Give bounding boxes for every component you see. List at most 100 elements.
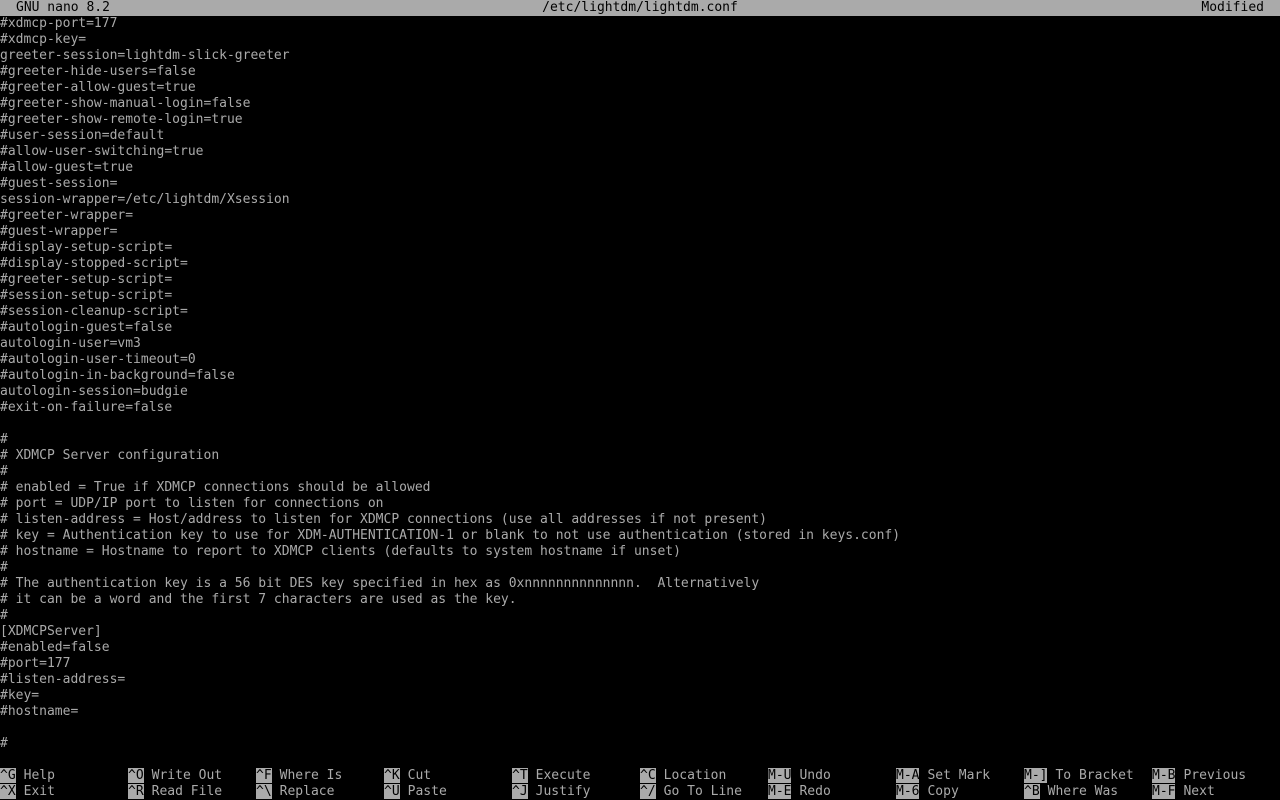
- editor-line[interactable]: autologin-session=budgie: [0, 384, 1280, 400]
- editor-text-area[interactable]: #xdmcp-port=177 #xdmcp-key= greeter-sessio…: [0, 16, 1280, 752]
- shortcut-key: ^\: [256, 784, 272, 799]
- modified-status: Modified: [1201, 0, 1264, 15]
- shortcut-label: Where Was: [1047, 784, 1119, 799]
- title-bar: GNU nano 8.2 /etc/lightdm/lightdm.conf M…: [0, 0, 1280, 16]
- shortcut-key: M-F: [1152, 784, 1176, 799]
- editor-line[interactable]: #greeter-allow-guest=true: [0, 80, 1280, 96]
- shortcut-label: Where Is: [279, 768, 343, 783]
- editor-line[interactable]: #listen-address=: [0, 672, 1280, 688]
- shortcut-where-is[interactable]: ^F Where Is: [256, 768, 342, 784]
- editor-line[interactable]: #port=177: [0, 656, 1280, 672]
- editor-line[interactable]: #allow-guest=true: [0, 160, 1280, 176]
- shortcut-label: Cut: [407, 768, 432, 783]
- editor-line[interactable]: #autologin-guest=false: [0, 320, 1280, 336]
- shortcut-next[interactable]: M-F Next: [1152, 784, 1215, 800]
- shortcut-key: ^K: [384, 768, 400, 783]
- editor-line[interactable]: #allow-user-switching=true: [0, 144, 1280, 160]
- editor-line[interactable]: #session-setup-script=: [0, 288, 1280, 304]
- editor-line[interactable]: #: [0, 736, 1280, 752]
- shortcut-where-was[interactable]: ^B Where Was: [1024, 784, 1118, 800]
- editor-line[interactable]: #greeter-show-manual-login=false: [0, 96, 1280, 112]
- editor-line[interactable]: #xdmcp-port=177: [0, 16, 1280, 32]
- shortcut-execute[interactable]: ^T Execute: [512, 768, 590, 784]
- shortcut-label: Next: [1183, 784, 1215, 799]
- shortcut-to-bracket[interactable]: M-] To Bracket: [1024, 768, 1134, 784]
- shortcut-label: Paste: [407, 784, 447, 799]
- editor-line[interactable]: #display-stopped-script=: [0, 256, 1280, 272]
- shortcut-label: Justify: [535, 784, 591, 799]
- shortcut-label: Copy: [927, 784, 959, 799]
- editor-line[interactable]: #greeter-setup-script=: [0, 272, 1280, 288]
- editor-line[interactable]: #: [0, 464, 1280, 480]
- shortcut-key: ^R: [128, 784, 144, 799]
- shortcut-label: Set Mark: [927, 768, 991, 783]
- editor-line[interactable]: #: [0, 432, 1280, 448]
- editor-line[interactable]: #xdmcp-key=: [0, 32, 1280, 48]
- editor-line[interactable]: [0, 720, 1280, 736]
- editor-line[interactable]: #guest-wrapper=: [0, 224, 1280, 240]
- editor-line[interactable]: # listen-address = Host/address to liste…: [0, 512, 1280, 528]
- shortcut-justify[interactable]: ^J Justify: [512, 784, 590, 800]
- shortcut-key: M-6: [896, 784, 920, 799]
- shortcut-read-file[interactable]: ^R Read File: [128, 784, 222, 800]
- shortcut-redo[interactable]: M-E Redo: [768, 784, 831, 800]
- editor-line[interactable]: # The authentication key is a 56 bit DES…: [0, 576, 1280, 592]
- shortcut-copy[interactable]: M-6 Copy: [896, 784, 959, 800]
- shortcut-label: Location: [663, 768, 727, 783]
- shortcut-key: ^F: [256, 768, 272, 783]
- shortcut-paste[interactable]: ^U Paste: [384, 784, 447, 800]
- shortcut-previous[interactable]: M-B Previous: [1152, 768, 1246, 784]
- shortcut-label: Redo: [799, 784, 831, 799]
- shortcut-exit[interactable]: ^X Exit: [0, 784, 55, 800]
- shortcut-help[interactable]: ^G Help: [0, 768, 55, 784]
- editor-line[interactable]: [XDMCPServer]: [0, 624, 1280, 640]
- editor-line[interactable]: #key=: [0, 688, 1280, 704]
- shortcut-label: Execute: [535, 768, 591, 783]
- editor-line[interactable]: # hostname = Hostname to report to XDMCP…: [0, 544, 1280, 560]
- editor-line[interactable]: #display-setup-script=: [0, 240, 1280, 256]
- editor-line[interactable]: #greeter-hide-users=false: [0, 64, 1280, 80]
- shortcut-label: Replace: [279, 784, 335, 799]
- editor-line[interactable]: session-wrapper=/etc/lightdm/Xsession: [0, 192, 1280, 208]
- editor-line[interactable]: #user-session=default: [0, 128, 1280, 144]
- shortcut-replace[interactable]: ^\ Replace: [256, 784, 334, 800]
- shortcut-key: ^B: [1024, 784, 1040, 799]
- shortcut-location[interactable]: ^C Location: [640, 768, 726, 784]
- editor-line[interactable]: # XDMCP Server configuration: [0, 448, 1280, 464]
- editor-line[interactable]: #session-cleanup-script=: [0, 304, 1280, 320]
- shortcut-cut[interactable]: ^K Cut: [384, 768, 431, 784]
- shortcut-go-to-line[interactable]: ^/ Go To Line: [640, 784, 742, 800]
- shortcut-label: Undo: [799, 768, 831, 783]
- file-path: /etc/lightdm/lightdm.conf: [542, 0, 738, 15]
- editor-line[interactable]: # enabled = True if XDMCP connections sh…: [0, 480, 1280, 496]
- shortcut-label: Previous: [1183, 768, 1247, 783]
- shortcut-label: Go To Line: [663, 784, 742, 799]
- shortcut-key: ^J: [512, 784, 528, 799]
- editor-line[interactable]: #autologin-in-background=false: [0, 368, 1280, 384]
- shortcut-key: ^U: [384, 784, 400, 799]
- editor-line[interactable]: greeter-session=lightdm-slick-greeter: [0, 48, 1280, 64]
- editor-line[interactable]: #greeter-wrapper=: [0, 208, 1280, 224]
- shortcut-write-out[interactable]: ^O Write Out: [128, 768, 222, 784]
- editor-line[interactable]: #: [0, 560, 1280, 576]
- shortcut-key: M-B: [1152, 768, 1176, 783]
- editor-line[interactable]: #autologin-user-timeout=0: [0, 352, 1280, 368]
- editor-line[interactable]: autologin-user=vm3: [0, 336, 1280, 352]
- editor-line[interactable]: #: [0, 608, 1280, 624]
- shortcut-key: ^T: [512, 768, 528, 783]
- editor-line[interactable]: #guest-session=: [0, 176, 1280, 192]
- editor-line[interactable]: # it can be a word and the first 7 chara…: [0, 592, 1280, 608]
- editor-line[interactable]: #hostname=: [0, 704, 1280, 720]
- shortcut-set-mark[interactable]: M-A Set Mark: [896, 768, 990, 784]
- shortcut-label: To Bracket: [1055, 768, 1134, 783]
- editor-line[interactable]: # port = UDP/IP port to listen for conne…: [0, 496, 1280, 512]
- editor-line[interactable]: [0, 416, 1280, 432]
- editor-line[interactable]: #greeter-show-remote-login=true: [0, 112, 1280, 128]
- shortcut-key: ^X: [0, 784, 16, 799]
- editor-line[interactable]: # key = Authentication key to use for XD…: [0, 528, 1280, 544]
- shortcut-undo[interactable]: M-U Undo: [768, 768, 831, 784]
- shortcut-key: ^O: [128, 768, 144, 783]
- shortcut-key: M-A: [896, 768, 920, 783]
- editor-line[interactable]: #enabled=false: [0, 640, 1280, 656]
- editor-line[interactable]: #exit-on-failure=false: [0, 400, 1280, 416]
